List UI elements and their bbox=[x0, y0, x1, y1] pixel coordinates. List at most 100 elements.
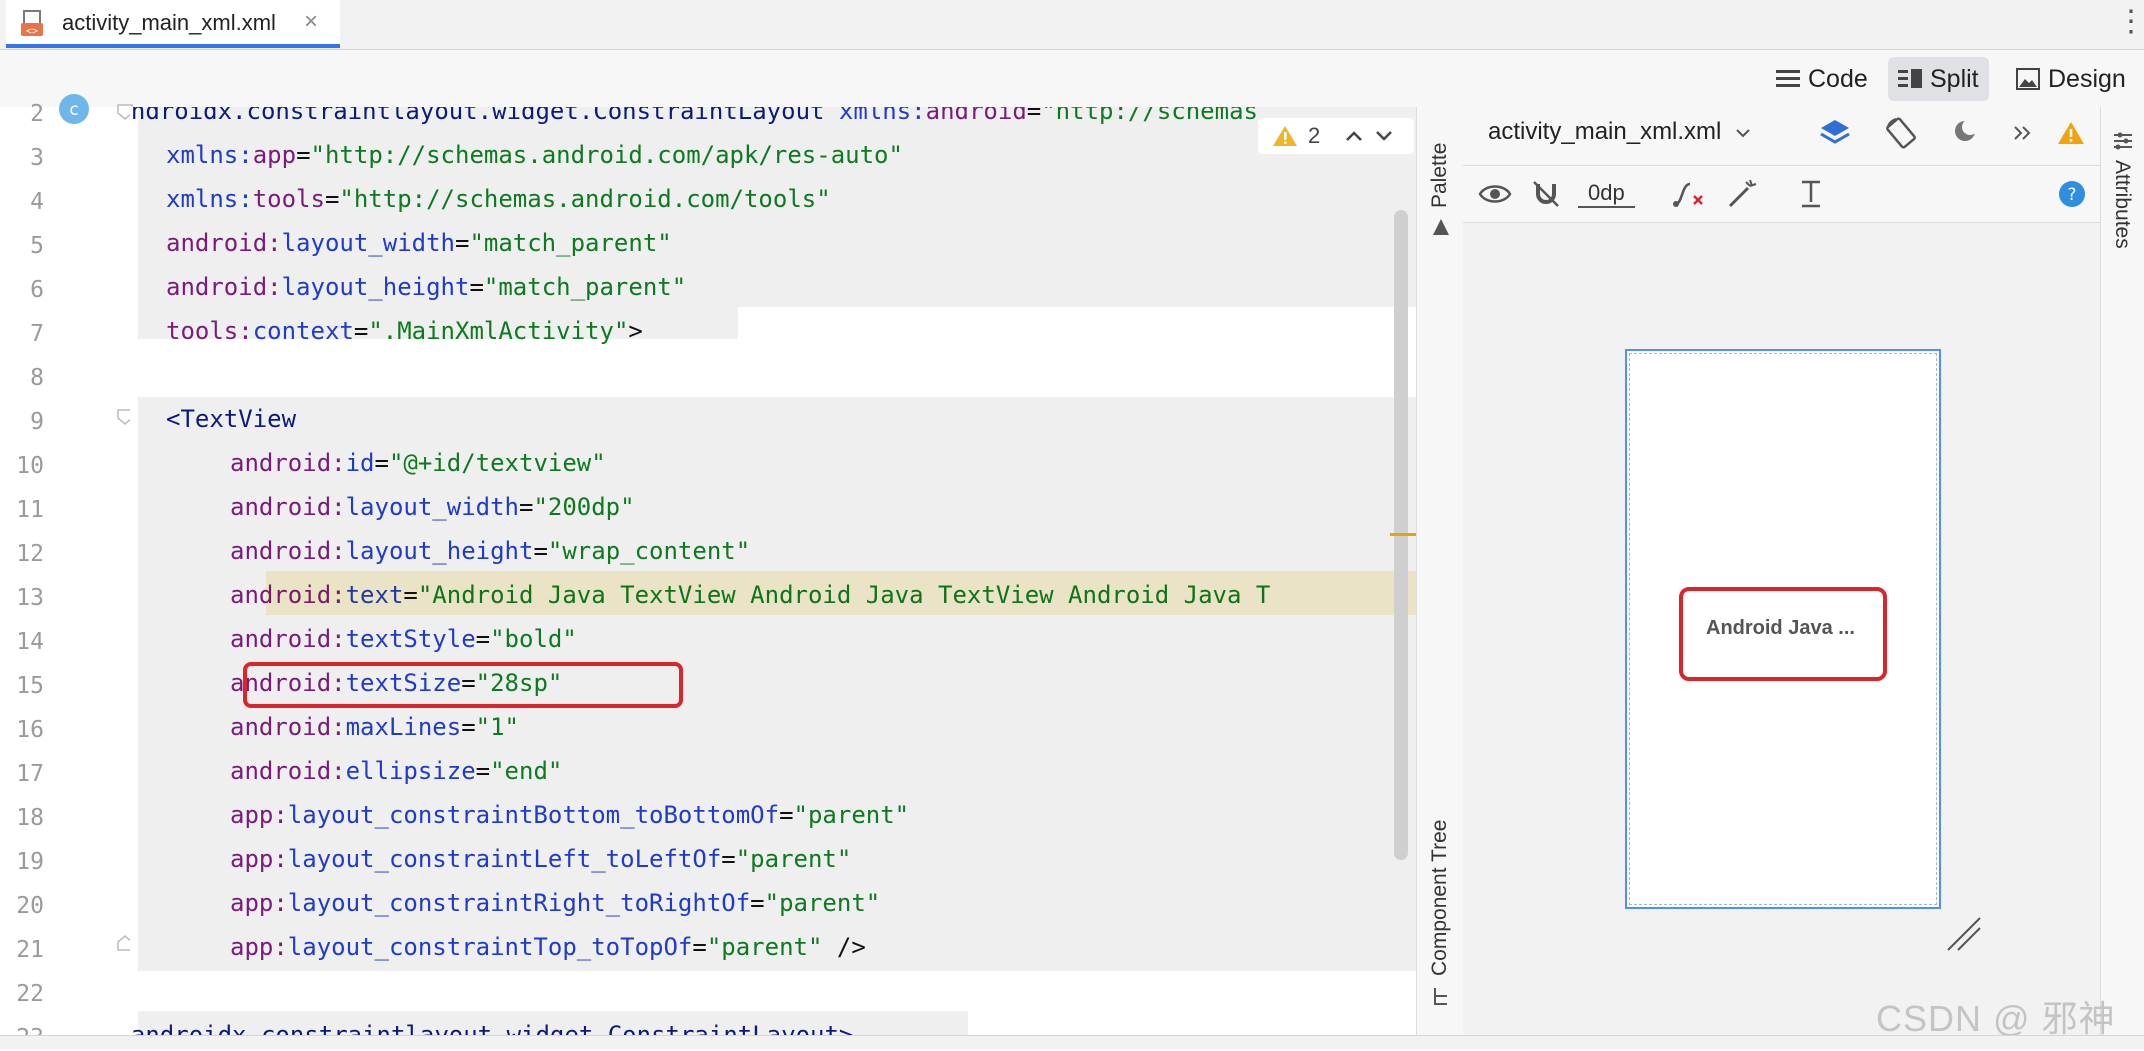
palette-tab[interactable]: Palette bbox=[1428, 143, 1452, 208]
code-line: app:layout_constraintTop_toTopOf="parent… bbox=[230, 931, 866, 963]
code-token: "http://schemas.android.com/apk/res-auto… bbox=[310, 141, 903, 169]
code-token: layout_width bbox=[281, 229, 455, 257]
default-margin-field[interactable]: 0dp bbox=[1578, 180, 1635, 208]
line-number: 2 bbox=[30, 101, 44, 127]
class-badge-icon: c bbox=[59, 94, 89, 124]
code-token: ellipsize bbox=[345, 757, 476, 785]
tab-close-icon[interactable]: × bbox=[304, 8, 318, 36]
code-line: app:layout_constraintLeft_toLeftOf="pare… bbox=[230, 843, 851, 875]
code-token: "parent" bbox=[735, 845, 852, 873]
code-token: android: bbox=[230, 625, 346, 653]
code-token: = bbox=[374, 449, 389, 477]
rotate-device-icon[interactable] bbox=[1884, 116, 1918, 150]
editor-gutter: 234567891011121314151617181920212223 c bbox=[0, 94, 133, 1051]
xml-file-icon: <> bbox=[21, 10, 43, 37]
code-token: tools bbox=[252, 185, 325, 213]
chevron-up-icon[interactable] bbox=[1344, 129, 1364, 143]
code-token: = bbox=[475, 757, 491, 785]
line-number: 7 bbox=[30, 321, 44, 347]
line-number: 5 bbox=[30, 233, 44, 259]
annotation-box-preview bbox=[1679, 587, 1887, 681]
line-number: 17 bbox=[16, 761, 44, 787]
code-line: <androidx.constraintlayout.widget.Constr… bbox=[130, 107, 1258, 127]
code-token: </androidx.constraintlayout.widget.Const… bbox=[130, 1021, 854, 1035]
code-token: tools: bbox=[166, 317, 253, 345]
design-mode-label: Design bbox=[2048, 64, 2126, 93]
line-number: 16 bbox=[16, 717, 44, 743]
code-token: = bbox=[692, 933, 707, 961]
code-token: layout_constraintLeft_toLeftOf bbox=[287, 845, 722, 873]
code-token: "http://schemas.android.com/tools" bbox=[339, 185, 831, 213]
code-token: android bbox=[925, 107, 1027, 125]
code-token: "match_parent" bbox=[469, 229, 672, 257]
warning-icon[interactable] bbox=[2056, 120, 2086, 146]
code-token: layout_constraintBottom_toBottomOf bbox=[287, 801, 780, 829]
annotation-box-textsize bbox=[243, 662, 683, 708]
overflow-chevrons-icon[interactable] bbox=[2012, 124, 2034, 142]
line-number: 9 bbox=[30, 409, 44, 435]
design-mode-button[interactable]: Design bbox=[2006, 57, 2136, 101]
code-token: android: bbox=[166, 229, 282, 257]
code-token: "parent" bbox=[764, 889, 881, 917]
code-token: = bbox=[518, 493, 534, 521]
code-mode-button[interactable]: Code bbox=[1766, 57, 1878, 101]
line-number: 11 bbox=[16, 497, 44, 523]
magnet-off-icon[interactable] bbox=[1530, 178, 1562, 210]
magic-wand-icon[interactable] bbox=[1726, 178, 1758, 210]
code-line: android:layout_width="200dp" bbox=[230, 491, 635, 523]
split-mode-button[interactable]: Split bbox=[1888, 57, 1989, 101]
code-token: "bold" bbox=[490, 625, 577, 653]
code-line: android:layout_width="match_parent" bbox=[166, 227, 672, 259]
current-line-highlight bbox=[266, 571, 1416, 615]
line-number: 14 bbox=[16, 629, 44, 655]
inspection-widget[interactable]: 2 bbox=[1258, 118, 1414, 154]
line-number: 6 bbox=[30, 277, 44, 303]
code-line: android:ellipsize="end" bbox=[230, 755, 562, 787]
component-tree-tab[interactable]: Component Tree bbox=[1428, 820, 1452, 976]
code-token: <androidx.constraintlayout.widget.Constr… bbox=[130, 107, 839, 125]
line-number: 4 bbox=[30, 189, 44, 215]
night-mode-icon[interactable] bbox=[1950, 116, 1984, 150]
line-number: 18 bbox=[16, 805, 44, 831]
resize-handle-icon[interactable] bbox=[1944, 914, 1984, 954]
line-number: 10 bbox=[16, 453, 44, 479]
chevron-down-icon bbox=[1736, 129, 1750, 138]
more-menu-icon[interactable]: ⋮ bbox=[2116, 4, 2144, 40]
guidelines-icon[interactable] bbox=[1796, 178, 1826, 210]
tab-label[interactable]: activity_main_xml.xml bbox=[62, 10, 276, 36]
code-token: context bbox=[252, 317, 354, 345]
code-token: "parent" bbox=[706, 933, 823, 961]
attributes-tab[interactable]: Attributes bbox=[2110, 160, 2134, 249]
code-token: android: bbox=[230, 449, 346, 477]
code-token: app bbox=[252, 141, 297, 169]
warning-marker[interactable] bbox=[1390, 533, 1416, 536]
code-token: = bbox=[454, 229, 470, 257]
layout-file-label: activity_main_xml.xml bbox=[1488, 118, 1722, 145]
code-token: = bbox=[475, 625, 491, 653]
code-line: android:maxLines="1" bbox=[230, 711, 519, 743]
chevron-down-icon[interactable] bbox=[1374, 129, 1394, 143]
code-token: "end" bbox=[490, 757, 563, 785]
code-token: "@+id/textview" bbox=[388, 449, 606, 477]
code-token: app: bbox=[230, 801, 288, 829]
palette-icon[interactable] bbox=[1430, 216, 1452, 238]
attributes-icon[interactable] bbox=[2112, 130, 2134, 152]
code-token: /> bbox=[822, 933, 866, 961]
code-token: = bbox=[324, 185, 340, 213]
code-line: tools:context=".MainXmlActivity"> bbox=[166, 315, 643, 347]
code-token: > bbox=[628, 317, 643, 345]
layers-icon[interactable] bbox=[1818, 116, 1852, 150]
code-token: id bbox=[345, 449, 375, 477]
code-token: layout_height bbox=[281, 273, 470, 301]
code-line: app:layout_constraintBottom_toBottomOf="… bbox=[230, 799, 909, 831]
eye-icon[interactable] bbox=[1478, 178, 1512, 210]
code-token: ".MainXmlActivity" bbox=[368, 317, 629, 345]
split-icon bbox=[1898, 69, 1922, 88]
help-icon[interactable]: ? bbox=[2058, 180, 2086, 208]
warning-icon bbox=[1273, 126, 1297, 146]
component-tree-icon[interactable] bbox=[1430, 986, 1452, 1008]
clear-constraints-icon[interactable] bbox=[1672, 178, 1706, 210]
code-line: android:textStyle="bold" bbox=[230, 623, 577, 655]
code-line: app:layout_constraintRight_toRightOf="pa… bbox=[230, 887, 880, 919]
layout-file-dropdown[interactable]: activity_main_xml.xml bbox=[1488, 118, 1752, 146]
